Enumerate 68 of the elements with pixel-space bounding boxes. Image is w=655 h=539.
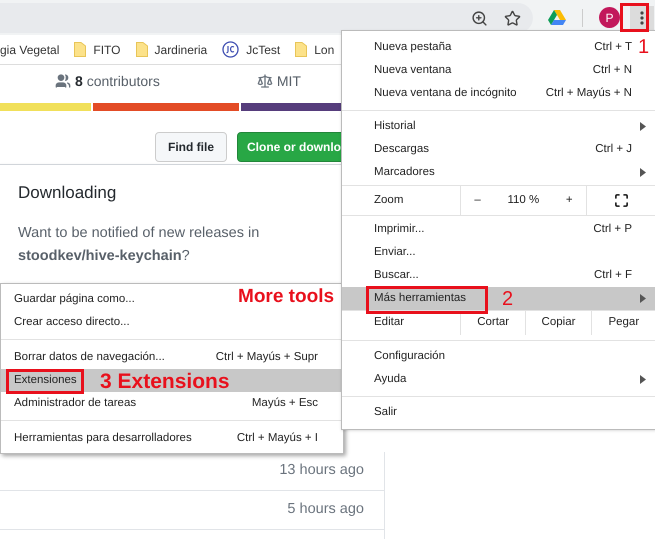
menu-item[interactable]: Herramientas para desarrolladores	[14, 430, 192, 448]
submenu-arrow-icon	[640, 375, 646, 384]
shortcut-text: Ctrl + J	[595, 142, 632, 157]
submenu-arrow-icon	[640, 294, 646, 303]
bookmark-link[interactable]: Lon	[314, 40, 334, 58]
menu-icon	[640, 10, 644, 24]
step-number: 2	[502, 289, 514, 309]
edit-action-button[interactable]: Pegar	[590, 311, 655, 335]
menu-item[interactable]: Ayuda	[374, 370, 406, 388]
find-file-button[interactable]: Find file	[155, 132, 227, 162]
menu-item[interactable]: Crear acceso directo...	[14, 314, 130, 332]
menu-item[interactable]: Guardar página como...	[14, 290, 135, 308]
zoom-level: 110 %	[507, 192, 540, 208]
shortcut-text: Ctrl + Mayús + I	[236, 430, 318, 446]
bookmark-link[interactable]: Jardineria	[154, 40, 208, 58]
shortcut-text: Ctrl + F	[594, 268, 632, 283]
bookmark-star-icon[interactable]	[504, 10, 521, 26]
shortcut-text: Ctrl + T	[594, 40, 632, 55]
annotation-label: 3 Extensions	[100, 371, 230, 392]
shortcut-text: Mayús + Esc	[252, 396, 318, 411]
bookmark-link[interactable]: JcTest	[246, 40, 280, 58]
zoom-out-button[interactable]: –	[474, 192, 481, 210]
menu-item[interactable]: Administrador de tareas	[14, 394, 136, 412]
submenu-arrow-icon	[640, 122, 646, 131]
scale-icon	[256, 73, 273, 89]
zoom-label: Zoom	[373, 192, 404, 208]
step-number: 1	[638, 37, 650, 57]
contributors-link[interactable]: 8 contributors	[75, 70, 160, 92]
menu-item[interactable]: Descargas	[374, 140, 429, 158]
drive-icon[interactable]	[548, 10, 566, 26]
annotation-label: More tools	[238, 287, 334, 306]
highlight-frame	[620, 3, 649, 32]
shortcut-text: Ctrl + Mayús + Supr	[216, 350, 318, 365]
site-logo-icon	[222, 41, 240, 58]
commit-time: 13 hours ago	[279, 461, 364, 480]
shortcut-text: Ctrl + P	[593, 222, 632, 237]
bookmark-link[interactable]: FITO	[93, 40, 121, 58]
profile-avatar[interactable]: P	[599, 7, 620, 28]
folder-icon	[74, 42, 86, 57]
menu-item[interactable]: Extensiones	[14, 372, 77, 390]
menu-item[interactable]: Nueva ventana de incógnito	[374, 84, 517, 102]
license-link[interactable]: MIT	[276, 70, 301, 92]
shortcut-text: Ctrl + N	[592, 62, 632, 78]
menu-item[interactable]: Buscar...	[374, 266, 419, 284]
popup-title: Downloading	[18, 182, 118, 204]
folder-icon	[136, 42, 148, 57]
zoom-in-button[interactable]: +	[566, 192, 573, 210]
menu-item[interactable]: Salir	[374, 404, 398, 422]
menu-item[interactable]: Nueva ventana	[374, 62, 452, 80]
bookmark-link[interactable]: gia Vegetal	[0, 40, 60, 58]
edit-action-button[interactable]: Cortar	[460, 311, 526, 335]
menu-item[interactable]: Nueva pestaña	[374, 38, 452, 56]
menu-item[interactable]: Imprimir...	[374, 220, 424, 238]
shortcut-text: Ctrl + Mayús + N	[546, 86, 632, 101]
menu-item[interactable]: Marcadores	[374, 164, 435, 182]
zoom-icon[interactable]	[471, 10, 488, 26]
menu-item[interactable]: Borrar datos de navegación...	[14, 348, 165, 366]
commit-time: 5 hours ago	[287, 500, 364, 520]
edit-action-button[interactable]: Copiar	[525, 311, 591, 335]
menu-item[interactable]: Enviar...	[374, 244, 416, 262]
fullscreen-icon[interactable]	[614, 193, 629, 208]
people-icon	[55, 73, 71, 89]
submenu-arrow-icon	[640, 168, 646, 177]
folder-icon	[295, 42, 308, 57]
menu-item[interactable]: Más herramientas	[374, 290, 466, 308]
popup-message: Want to be notified of new releases in stoodkev/hive-keychain?	[18, 224, 260, 266]
edit-label: Editar	[373, 315, 406, 330]
menu-item[interactable]: Configuración	[374, 348, 445, 366]
